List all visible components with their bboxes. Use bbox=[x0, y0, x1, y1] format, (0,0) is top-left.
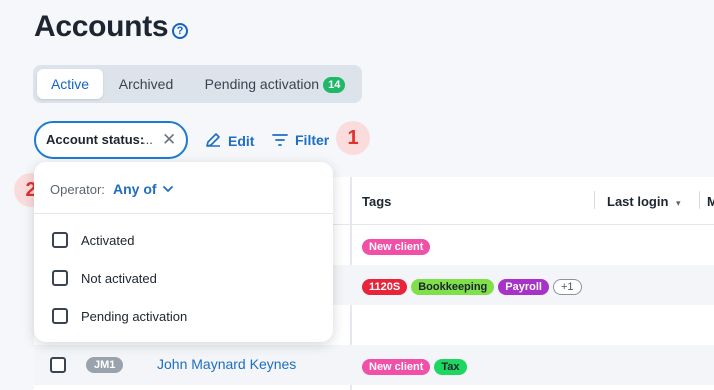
column-header-next[interactable]: M bbox=[707, 194, 714, 209]
tag-1120s: 1120S bbox=[362, 279, 408, 295]
tab-pending-label: Pending activation bbox=[204, 76, 320, 92]
tag-payroll: Payroll bbox=[498, 279, 549, 295]
tab-archived[interactable]: Archived bbox=[113, 69, 179, 99]
row-tags: 1120S Bookkeeping Payroll +1 bbox=[362, 277, 586, 295]
status-tabs: Active Archived Pending activation 14 bbox=[33, 65, 362, 103]
edit-label: Edit bbox=[228, 133, 255, 149]
tab-pending-activation[interactable]: Pending activation 14 bbox=[195, 69, 355, 99]
step-marker-1: 1 bbox=[336, 121, 370, 155]
tag-new-client: New client bbox=[362, 239, 431, 255]
close-icon[interactable]: ✕ bbox=[162, 130, 176, 150]
more-tags-badge[interactable]: +1 bbox=[552, 279, 582, 295]
chevron-down-icon bbox=[160, 181, 174, 197]
pencil-icon bbox=[205, 132, 221, 151]
operator-select[interactable]: Any of bbox=[113, 181, 174, 197]
header-divider bbox=[699, 191, 700, 209]
row-tags: New client bbox=[362, 237, 434, 255]
tab-active[interactable]: Active bbox=[37, 69, 103, 99]
avatar: JM1 bbox=[86, 357, 124, 373]
tag-tax: Tax bbox=[434, 359, 467, 375]
tag-bookkeeping: Bookkeeping bbox=[411, 279, 495, 295]
row-checkbox[interactable] bbox=[50, 357, 66, 373]
tag-new-client: New client bbox=[362, 359, 431, 375]
column-header-last-login[interactable]: Last login ▾ bbox=[607, 194, 681, 209]
row-tags: New client Tax bbox=[362, 357, 471, 375]
pending-count-badge: 14 bbox=[323, 77, 346, 93]
chip-label: Account status: bbox=[46, 132, 145, 147]
option-label: Not activated bbox=[81, 271, 157, 286]
operator-value: Any of bbox=[113, 181, 157, 197]
header-divider bbox=[594, 191, 595, 209]
option-label: Pending activation bbox=[81, 309, 188, 324]
chevron-down-icon: ▾ bbox=[676, 198, 681, 208]
account-status-filter-chip[interactable]: Account status: ... ✕ bbox=[34, 121, 188, 159]
last-login-label: Last login bbox=[607, 194, 669, 209]
filter-button[interactable]: Filter bbox=[272, 132, 329, 150]
option-checkbox[interactable] bbox=[52, 232, 68, 248]
page-title: Accounts bbox=[34, 10, 169, 43]
operator-label: Operator: bbox=[50, 182, 105, 197]
table-row[interactable]: JM1 John Maynard Keynes New client Tax bbox=[34, 345, 714, 385]
chip-value-ellipsis: ... bbox=[142, 132, 153, 147]
option-checkbox[interactable] bbox=[52, 308, 68, 324]
edit-button[interactable]: Edit bbox=[205, 132, 254, 151]
help-icon[interactable]: ? bbox=[172, 23, 188, 39]
option-checkbox[interactable] bbox=[52, 270, 68, 286]
account-status-dropdown: Operator: Any of Activated Not activated… bbox=[34, 162, 333, 342]
option-label: Activated bbox=[81, 233, 135, 248]
filter-label: Filter bbox=[295, 132, 330, 148]
account-name-link[interactable]: John Maynard Keynes bbox=[157, 356, 296, 372]
dropdown-divider bbox=[34, 213, 333, 214]
column-header-tags[interactable]: Tags bbox=[362, 194, 391, 209]
filter-icon bbox=[272, 133, 288, 150]
